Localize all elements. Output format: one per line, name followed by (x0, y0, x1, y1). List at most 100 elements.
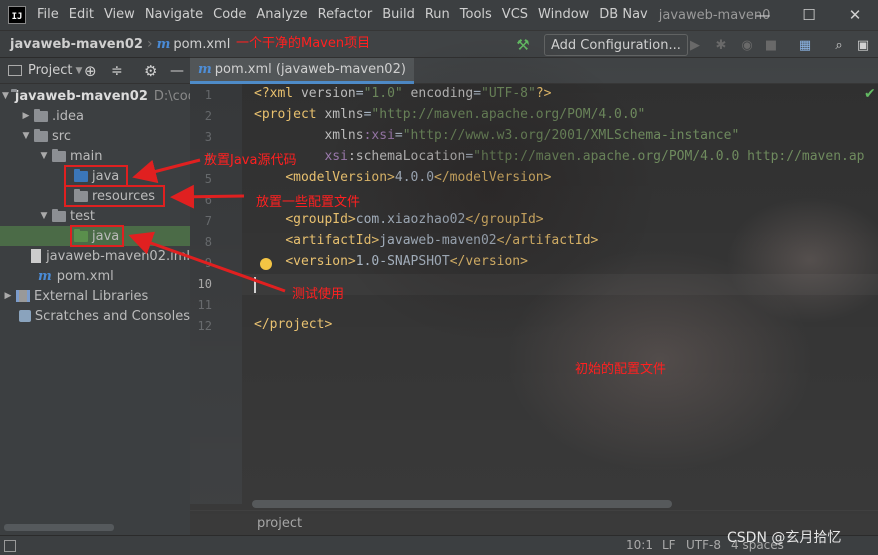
maximize-button[interactable]: ☐ (786, 0, 832, 30)
tree-item-path: D:\cod (153, 88, 190, 104)
coverage-icon[interactable]: ◉ (738, 36, 756, 54)
hide-panel-icon[interactable]: — (170, 63, 184, 79)
minimize-button[interactable]: — (740, 0, 786, 30)
gear-icon[interactable]: ⚙ (144, 62, 157, 80)
line-number: 11 (197, 298, 212, 312)
debug-icon[interactable]: ✱ (712, 36, 730, 54)
code-line-1: <?xml version="1.0" encoding="UTF-8"?> (254, 86, 552, 101)
menu-code[interactable]: Code (208, 0, 251, 30)
iml-file-icon (31, 249, 42, 263)
line-number: 8 (204, 235, 212, 249)
line-number-current: 10 (197, 277, 212, 291)
menu-view[interactable]: View (99, 0, 140, 30)
menu-edit[interactable]: Edit (64, 0, 99, 30)
project-structure-icon[interactable]: ▦ (796, 36, 814, 54)
add-configuration-button[interactable]: Add Configuration... (544, 34, 688, 56)
folder-icon (34, 128, 48, 142)
intellij-logo-icon: IJ (8, 6, 26, 24)
tree-item-pom[interactable]: m pom.xml (0, 266, 190, 286)
folder-icon (52, 208, 66, 222)
expand-arrow-icon[interactable]: ▼ (20, 131, 32, 141)
menu-run[interactable]: Run (420, 0, 455, 30)
code-line-8: <artifactId>javaweb-maven02</artifactId> (285, 233, 599, 248)
tab-pom-xml[interactable]: m pom.xml (javaweb-maven02) (190, 58, 414, 84)
expand-arrow-icon[interactable]: ▶ (20, 111, 32, 121)
close-button[interactable]: ✕ (832, 0, 878, 30)
maven-icon: m (156, 36, 171, 52)
highlight-box-resources (64, 185, 165, 207)
collapse-all-icon[interactable]: ≑ (111, 63, 123, 79)
chevron-right-icon: › (146, 36, 153, 52)
project-panel-icon (8, 65, 22, 76)
maven-icon: m (38, 268, 52, 284)
tree-item-label: javaweb-maven02.iml (46, 248, 190, 264)
tree-item-root[interactable]: ▼ javaweb-maven02 D:\cod (0, 86, 190, 106)
project-panel-title[interactable]: Project (28, 63, 72, 78)
menu-refactor[interactable]: Refactor (313, 0, 378, 30)
highlight-box-test-java (70, 225, 124, 247)
build-hammer-icon[interactable]: ⚒ (514, 36, 532, 54)
menu-tools[interactable]: Tools (455, 0, 497, 30)
run-icon[interactable]: ▶ (686, 36, 704, 54)
tree-item-main[interactable]: ▼ main (0, 146, 190, 166)
check-icon: ✔ (864, 86, 876, 102)
watermark: CSDN @玄月拾忆 (727, 530, 842, 546)
menu-file[interactable]: File (32, 0, 64, 30)
editor-horizontal-scrollbar[interactable] (252, 500, 672, 508)
menu-window[interactable]: Window (533, 0, 594, 30)
expand-arrow-icon[interactable]: ▼ (38, 151, 50, 161)
expand-arrow-icon[interactable]: ▼ (38, 211, 50, 221)
code-line-4: xsi:schemaLocation="http://maven.apache.… (324, 149, 865, 164)
line-number: 12 (197, 319, 212, 333)
file-encoding[interactable]: UTF-8 (686, 538, 721, 552)
tree-item-scratches[interactable]: Scratches and Consoles (0, 306, 190, 326)
tree-item-label: javaweb-maven02 (14, 88, 148, 104)
search-icon[interactable]: ⌕ (830, 36, 848, 54)
tree-item-test[interactable]: ▼ test (0, 206, 190, 226)
tree-item-label: Scratches and Consoles (34, 308, 190, 324)
breadcrumb-file[interactable]: pom.xml (173, 37, 230, 52)
line-number: 9 (204, 256, 212, 270)
line-number: 3 (204, 130, 212, 144)
code-line-2: <project xmlns="http://maven.apache.org/… (254, 107, 646, 122)
code-line-5: <modelVersion>4.0.0</modelVersion> (285, 170, 552, 185)
horizontal-scrollbar[interactable] (4, 524, 114, 531)
tab-label: pom.xml (javaweb-maven02) (214, 62, 406, 77)
tool-windows-icon[interactable] (4, 540, 16, 552)
annotation-test-use: 测试使用 (292, 287, 345, 302)
menu-build[interactable]: Build (377, 0, 420, 30)
chevron-down-icon[interactable]: ▼ (75, 66, 82, 76)
libraries-icon (16, 290, 30, 302)
menu-vcs[interactable]: VCS (497, 0, 533, 30)
tree-item-idea[interactable]: ▶ .idea (0, 106, 190, 126)
caret-position[interactable]: 10:1 (626, 538, 653, 552)
expand-arrow-icon[interactable]: ▶ (2, 291, 14, 301)
tree-item-label: External Libraries (34, 288, 149, 304)
locate-target-icon[interactable]: ⊕ (84, 62, 97, 80)
lightbulb-icon[interactable] (260, 258, 272, 270)
terminal-icon[interactable]: ▣ (854, 36, 872, 54)
tree-item-label: .idea (52, 108, 84, 124)
line-number: 5 (204, 172, 212, 186)
maven-icon: m (198, 62, 212, 77)
tree-item-src[interactable]: ▼ src (0, 126, 190, 146)
menu-navigate[interactable]: Navigate (140, 0, 208, 30)
folder-icon (52, 148, 66, 162)
tree-item-label: pom.xml (56, 268, 114, 284)
tree-item-label: main (70, 148, 103, 164)
project-tree: ▼ javaweb-maven02 D:\cod ▶ .idea ▼ src ▼… (0, 84, 190, 535)
line-number: 6 (204, 193, 212, 207)
menu-db-nav[interactable]: DB Nav (594, 0, 652, 30)
tree-item-label: src (52, 128, 71, 144)
line-number-gutter: 1 2 3 4 5 6 7 8 9 10 11 12 (190, 84, 242, 504)
tree-item-external-libraries[interactable]: ▶ External Libraries (0, 286, 190, 306)
menu-analyze[interactable]: Analyze (251, 0, 312, 30)
code-line-9: <version>1.0-SNAPSHOT</version> (285, 254, 528, 269)
breadcrumb-project[interactable]: javaweb-maven02 (10, 37, 143, 52)
stop-icon[interactable]: ■ (762, 36, 780, 54)
annotation-config-files: 放置一些配置文件 (256, 195, 361, 210)
tree-item-iml[interactable]: javaweb-maven02.iml (0, 246, 190, 266)
line-separator[interactable]: LF (662, 538, 676, 552)
annotation-java-source: 放置Java源代码 (204, 153, 297, 168)
expand-arrow-icon[interactable]: ▼ (2, 91, 9, 101)
